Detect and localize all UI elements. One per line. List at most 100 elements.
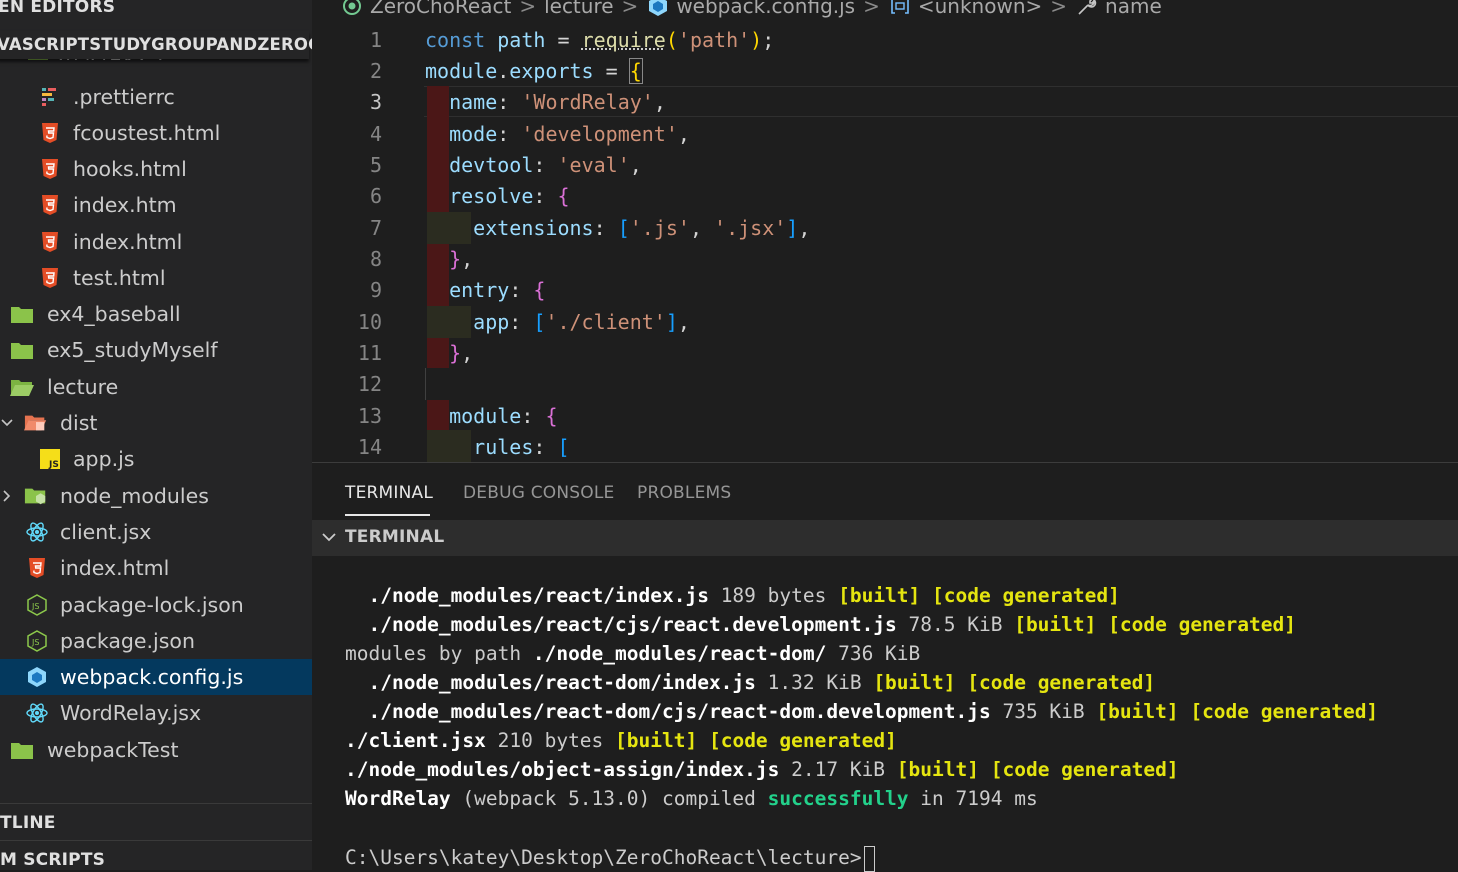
tree-item-client-jsx[interactable]: client.jsx xyxy=(0,514,312,550)
indent-guide xyxy=(425,368,426,400)
tree-item-wordrelay-jsx[interactable]: WordRelay.jsx xyxy=(0,695,312,731)
tree-item-webpacktest[interactable]: webpackTest xyxy=(0,732,312,768)
code-line-14: rules: [ xyxy=(473,435,570,459)
tree-item-label: index.html xyxy=(73,230,183,254)
svg-text:JS: JS xyxy=(31,638,39,647)
breadcrumb-item-property[interactable]: name xyxy=(1075,0,1162,18)
tree-item-lecture[interactable]: lecture xyxy=(0,369,312,405)
line-number: 6 xyxy=(369,184,382,208)
line-number-active: 3 xyxy=(369,90,382,114)
tree-item-label: lecture xyxy=(47,375,119,399)
terminal-line: ./node_modules/react-dom/index.js 1.32 K… xyxy=(368,671,1156,694)
react-file-icon xyxy=(25,520,49,544)
tree-item-label: ex4_baseball xyxy=(47,302,181,326)
active-tab-indicator xyxy=(345,514,430,516)
tree-item-dist[interactable]: dist xyxy=(0,405,312,441)
breadcrumb-label: lecture xyxy=(544,0,614,18)
breadcrumb-label: <unknown> xyxy=(917,0,1043,18)
tree-item-app-js[interactable]: JS app.js xyxy=(0,441,312,477)
folder-open-icon xyxy=(10,375,34,399)
line-number: 14 xyxy=(357,435,382,459)
tree-item-fcoustest-html[interactable]: fcoustest.html xyxy=(0,115,312,151)
svg-text:JS: JS xyxy=(48,460,59,470)
chevron-down-icon[interactable] xyxy=(320,528,338,546)
tree-item-hooks-html[interactable]: hooks.html xyxy=(0,151,312,187)
line-number: 9 xyxy=(369,278,382,302)
tree-item-prettierrc[interactable]: .prettierrc xyxy=(0,79,312,115)
code-line-3: name: 'WordRelay', xyxy=(449,90,666,114)
code-editor[interactable]: 1 2 3 4 5 6 7 8 9 10 11 12 13 14 const p… xyxy=(312,22,1458,462)
terminal-output[interactable]: ./node_modules/react/index.js 189 bytes … xyxy=(312,557,1458,872)
code-line-13: module: { xyxy=(449,404,558,428)
terminal-cursor xyxy=(863,845,875,872)
breadcrumb-separator: > xyxy=(863,0,880,18)
folder-icon xyxy=(10,338,34,362)
html5-file-icon xyxy=(38,157,62,181)
line-number: 1 xyxy=(369,28,382,52)
open-editors-header[interactable]: EN EDITORS xyxy=(0,0,310,19)
tree-item-label: webpackTest xyxy=(47,738,179,762)
tree-item-ex4-baseball[interactable]: ex4_baseball xyxy=(0,296,312,332)
breadcrumb-item-repo[interactable]: ZeroChoReact xyxy=(340,0,511,18)
tree-item-label: ex5_studyMyself xyxy=(47,338,218,362)
tree-item-label: fcoustest.html xyxy=(73,121,221,145)
tree-item-package-json[interactable]: JS package.json xyxy=(0,623,312,659)
html5-file-icon xyxy=(38,230,62,254)
tree-item-label: node_modules xyxy=(60,484,209,508)
terminal-prompt[interactable]: C:\Users\katey\Desktop\ZeroChoReact\lect… xyxy=(345,843,875,872)
react-file-icon xyxy=(25,701,49,725)
folder-node-icon xyxy=(24,484,48,508)
npm-scripts-header[interactable]: M SCRIPTS xyxy=(0,840,312,870)
bottom-panel: TERMINAL DEBUG CONSOLE PROBLEMS TERMINAL… xyxy=(312,462,1458,872)
tree-item-index-htm[interactable]: index.htm xyxy=(0,187,312,223)
folder-icon xyxy=(10,738,34,762)
code-line-5: devtool: 'eval', xyxy=(449,153,642,177)
terminal-line: WordRelay (webpack 5.13.0) compiled succ… xyxy=(345,787,1038,810)
line-number: 10 xyxy=(357,310,382,334)
line-number: 12 xyxy=(357,372,382,396)
code-line-8: }, xyxy=(449,247,474,271)
tab-terminal[interactable]: TERMINAL xyxy=(345,483,433,503)
wrench-icon xyxy=(1075,0,1099,18)
folder-icon xyxy=(10,302,34,326)
terminal-line: ./client.jsx 210 bytes [built] [code gen… xyxy=(345,729,897,752)
terminal-line: ./node_modules/react/index.js 189 bytes … xyxy=(368,584,1120,607)
tree-item-test-html[interactable]: test.html xyxy=(0,260,312,296)
tree-item-package-lock-json[interactable]: JS package-lock.json xyxy=(0,587,312,623)
breadcrumb-item-file[interactable]: webpack.config.js xyxy=(646,0,855,18)
html5-file-icon xyxy=(38,121,62,145)
line-number: 4 xyxy=(369,122,382,146)
breadcrumb-label: ZeroChoReact xyxy=(370,0,512,18)
terminal-line: ./node_modules/object-assign/index.js 2.… xyxy=(345,758,1179,781)
tree-item-ex5-studymyself[interactable]: ex5_studyMyself xyxy=(0,332,312,368)
breadcrumb: ZeroChoReact > lecture > webpack.config.… xyxy=(312,0,1458,22)
tab-debug-console[interactable]: DEBUG CONSOLE xyxy=(463,483,614,503)
panel-tabs: TERMINAL DEBUG CONSOLE PROBLEMS xyxy=(312,463,1458,519)
line-number: 2 xyxy=(369,59,382,83)
outline-header[interactable]: TLINE xyxy=(0,803,312,840)
terminal-section-header[interactable]: TERMINAL xyxy=(312,520,1458,556)
js-file-icon: JS xyxy=(38,447,62,471)
chevron-right-icon[interactable] xyxy=(0,489,14,503)
breadcrumb-label: name xyxy=(1105,0,1162,18)
tree-item-label: client.jsx xyxy=(60,520,152,544)
tab-problems[interactable]: PROBLEMS xyxy=(637,483,731,503)
tree-item-lecture-index-html[interactable]: index.html xyxy=(0,550,312,586)
tree-item-label: dist xyxy=(60,411,98,435)
line-number: 13 xyxy=(357,404,382,428)
tree-item-node-modules[interactable]: node_modules xyxy=(0,478,312,514)
folder-dist-icon xyxy=(24,411,48,435)
code-line-1: const path = require('path'); xyxy=(425,28,775,52)
terminal-line: ./node_modules/react/cjs/react.developme… xyxy=(368,613,1296,636)
html5-file-icon xyxy=(25,556,49,580)
workspace-header[interactable]: VASCRIPTSTUDYGROUPANDZEROC... xyxy=(0,31,312,59)
terminal-line: modules by path ./node_modules/react-dom… xyxy=(345,642,921,665)
tree-item-index-html[interactable]: index.html xyxy=(0,224,312,260)
breadcrumb-item-folder[interactable]: lecture xyxy=(544,0,613,18)
nodejs-file-icon: JS xyxy=(25,629,49,653)
breadcrumb-item-symbol[interactable]: <unknown> xyxy=(888,0,1042,18)
tree-item-webpack-config-js[interactable]: webpack.config.js xyxy=(0,659,312,695)
breadcrumb-separator: > xyxy=(621,0,639,18)
code-line-7: extensions: ['.js', '.jsx'], xyxy=(473,216,811,240)
chevron-down-icon[interactable] xyxy=(0,416,14,430)
